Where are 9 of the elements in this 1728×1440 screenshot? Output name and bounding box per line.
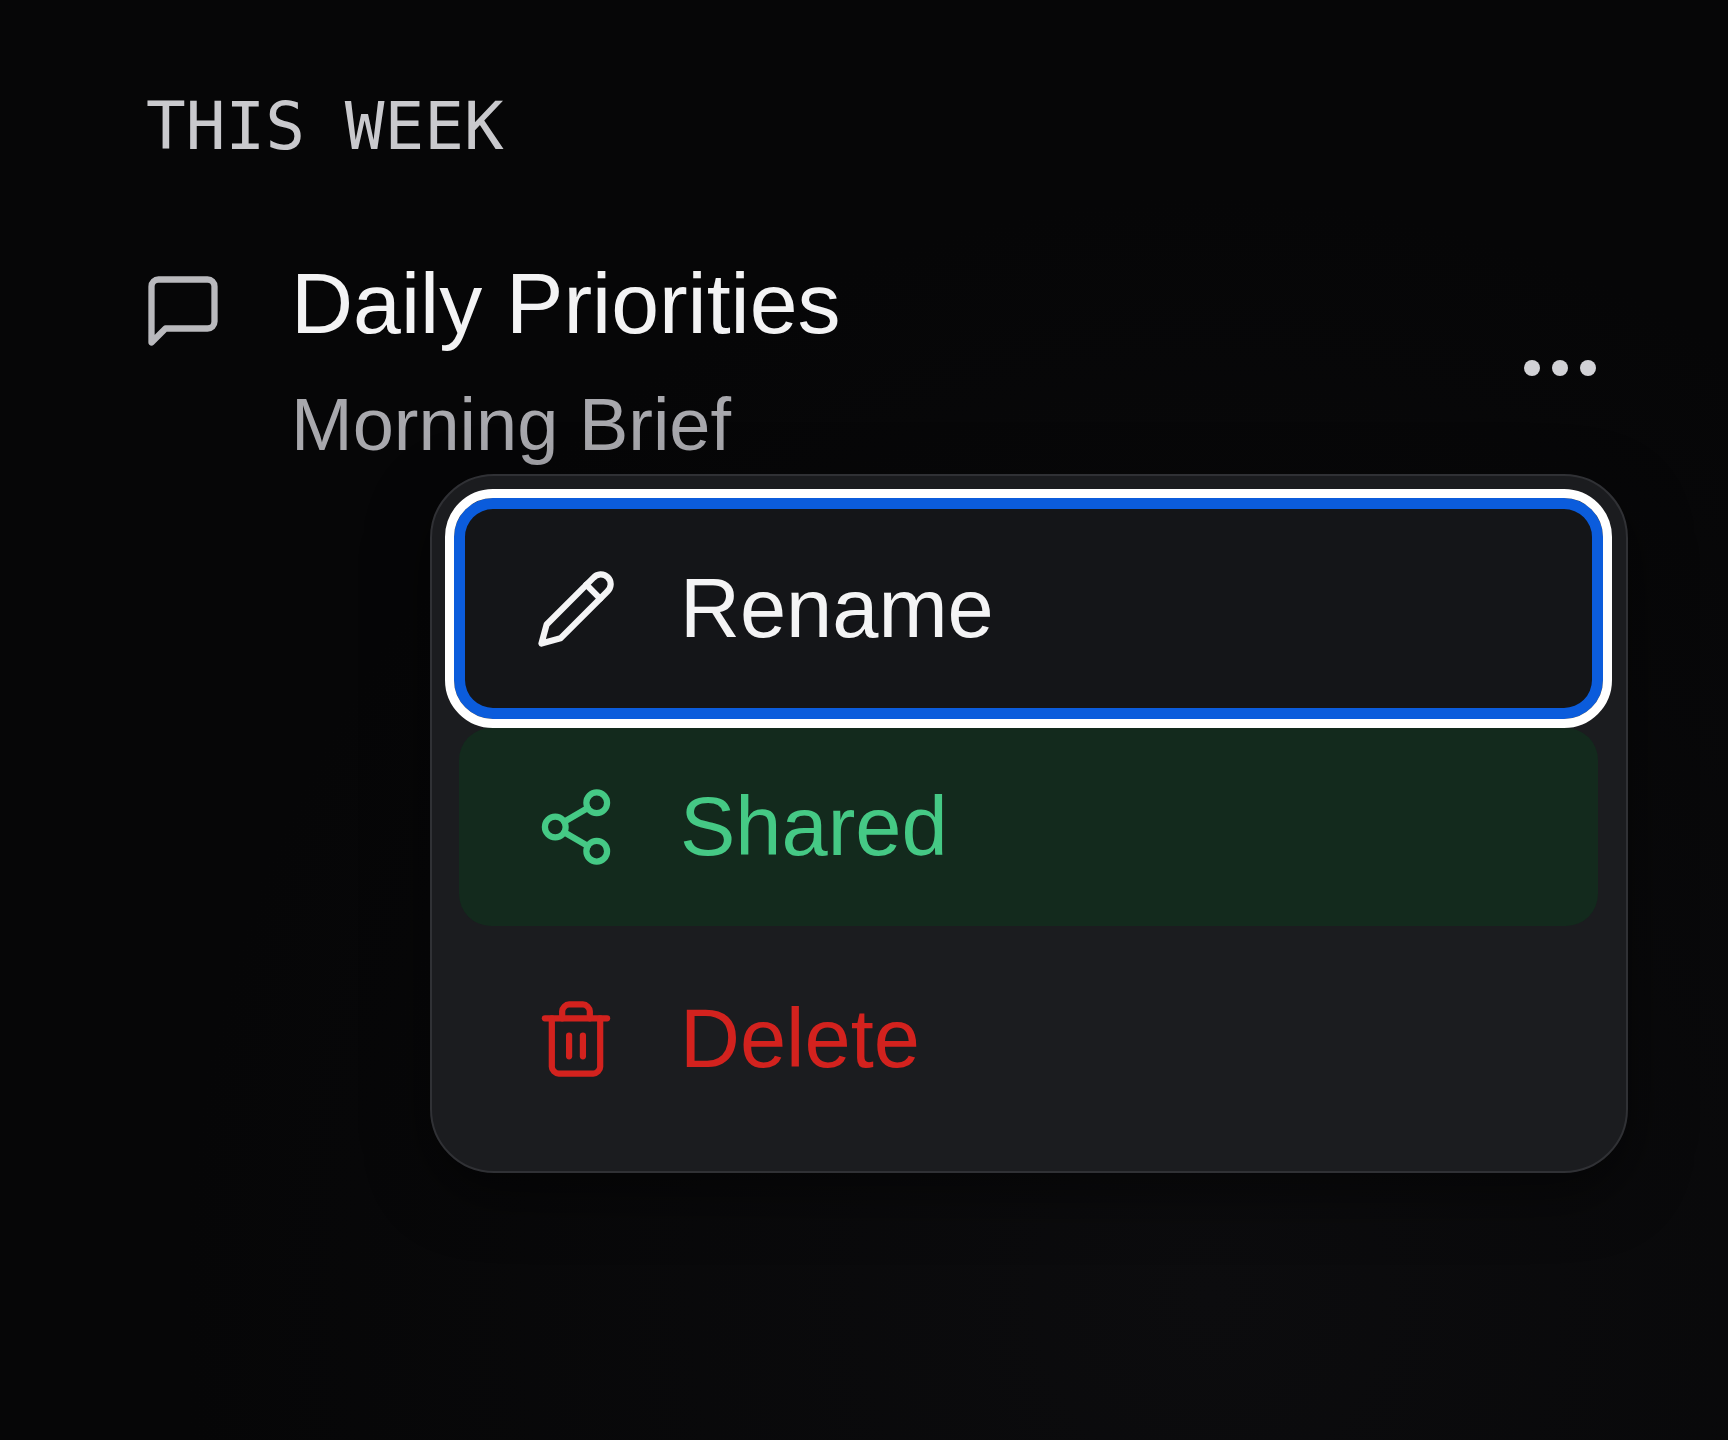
conversation-title[interactable]: Daily Priorities — [291, 252, 841, 356]
conversation-subtitle: Morning Brief — [291, 382, 732, 469]
more-icon — [1524, 360, 1596, 376]
chat-bubble-icon — [148, 276, 218, 346]
section-heading: THIS WEEK — [146, 94, 504, 160]
pencil-icon — [538, 570, 614, 647]
menu-item[interactable]: Rename — [445, 489, 1612, 728]
more-button[interactable] — [1524, 360, 1596, 376]
menu-item[interactable]: Shared — [459, 728, 1598, 926]
